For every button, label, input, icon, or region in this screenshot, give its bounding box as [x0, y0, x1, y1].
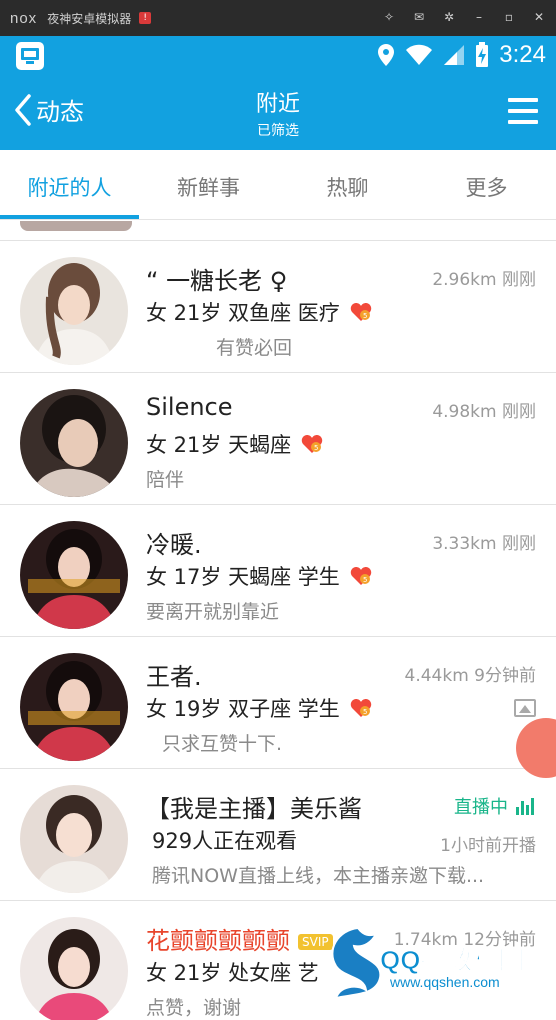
close-icon[interactable]: ✕ — [532, 10, 546, 24]
page-title: 附近 — [255, 92, 300, 117]
location-icon — [378, 44, 395, 66]
user-info: 女 19岁 双子座 学生 5 — [146, 693, 372, 723]
status-indicators: 3:24 — [377, 41, 546, 69]
user-name: 花颤颤颤颤颤 SVIP — [146, 921, 333, 956]
viewer-count-text: 929人正在观看 — [152, 829, 298, 853]
svg-text:5: 5 — [363, 312, 367, 320]
user-details: 女 17岁 天蝎座 学生 — [146, 565, 340, 589]
tab-hot-chat[interactable]: 热聊 — [278, 150, 417, 219]
live-label: 直播中 — [454, 797, 508, 818]
partial-image — [20, 221, 132, 231]
emulator-logo: nox — [10, 9, 38, 27]
watermark-url: www.qqshen.com — [390, 974, 500, 990]
stream-start-time: 1小时前开播 — [440, 836, 536, 856]
user-name: 冷暖. — [146, 531, 202, 559]
user-signature: 要离开就别靠近 — [146, 601, 280, 623]
user-details: 女 21岁 天蝎座 — [146, 433, 292, 457]
emulator-alert-badge[interactable]: ! — [139, 12, 152, 24]
svg-text:5: 5 — [363, 708, 367, 716]
emulator-title-bar: nox 夜神安卓模拟器 ! ✧ ✉ ✲ – ▫ ✕ — [0, 0, 556, 36]
dragon-logo — [331, 926, 382, 1000]
list-item[interactable]: Silence 4.98km 刚刚 女 21岁 天蝎座 5 陪伴 — [0, 373, 556, 505]
photo-icon — [514, 699, 536, 717]
stream-description: 腾讯NOW直播上线，本主播亲邀下载... — [152, 865, 485, 887]
tab-bar: 附近的人 新鲜事 热聊 更多 — [0, 150, 556, 220]
user-details: 女 19岁 双子座 学生 — [146, 697, 340, 721]
user-signature: 只求互赞十下. — [162, 733, 283, 755]
people-list[interactable]: “ 一糖长老 ♀ 2.96km 刚刚 女 21岁 双鱼座 医疗 5 有赞必回 S… — [0, 221, 556, 1020]
list-item[interactable]: 王者. 4.44km 9分钟前 女 19岁 双子座 学生 5 只求互赞十下. — [0, 637, 556, 769]
user-details: 女 21岁 双鱼座 医疗 — [146, 301, 340, 325]
pin-icon[interactable]: ✧ — [382, 10, 396, 24]
user-name: Silence — [146, 393, 233, 421]
heart-level-icon: 5 — [350, 303, 371, 321]
heart-level-icon: 5 — [350, 567, 371, 585]
watermark: QQ神教程网 www.qqshen.com — [318, 920, 554, 1020]
minimize-icon[interactable]: – — [472, 10, 486, 24]
avatar[interactable] — [20, 521, 128, 629]
tab-more[interactable]: 更多 — [417, 150, 556, 219]
emulator-title: 夜神安卓模拟器 — [47, 11, 132, 26]
android-status-bar: 3:24 — [0, 36, 556, 76]
list-item-partial[interactable] — [0, 221, 556, 241]
svg-text:5: 5 — [314, 444, 318, 452]
user-info: 女 21岁 处女座 艺 — [146, 957, 319, 987]
tab-nearby-people[interactable]: 附近的人 — [0, 150, 139, 219]
emulator-window-controls: ✧ ✉ ✲ – ▫ ✕ — [382, 10, 546, 24]
menu-button[interactable] — [508, 98, 538, 124]
user-signature: 有赞必回 — [216, 337, 293, 359]
user-signature: 陪伴 — [146, 469, 185, 491]
battery-charging-icon — [476, 42, 489, 67]
user-info: 女 21岁 天蝎座 5 — [146, 429, 323, 459]
app-header: 动态 附近 已筛选 — [0, 76, 556, 150]
signal-icon — [444, 45, 465, 65]
live-status: 直播中 — [454, 793, 536, 819]
hamburger-icon — [508, 98, 538, 102]
user-name-text: 花颤颤颤颤颤 — [146, 927, 290, 955]
filter-status: 已筛选 — [257, 123, 299, 139]
avatar[interactable] — [20, 257, 128, 365]
svg-text:5: 5 — [363, 576, 367, 584]
user-signature: 点赞，谢谢 — [146, 997, 242, 1019]
settings-icon[interactable]: ✲ — [442, 10, 456, 24]
user-info: 女 17岁 天蝎座 学生 5 — [146, 561, 372, 591]
tab-news[interactable]: 新鲜事 — [139, 150, 278, 219]
wifi-icon — [406, 44, 433, 65]
avatar[interactable] — [20, 653, 128, 761]
mail-icon[interactable]: ✉ — [412, 10, 426, 24]
viewer-count: 929人正在观看 — [146, 825, 297, 855]
list-item[interactable]: 冷暖. 3.33km 刚刚 女 17岁 天蝎座 学生 5 要离开就别靠近 — [0, 505, 556, 637]
avatar[interactable] — [20, 785, 128, 893]
distance-time: 3.33km 刚刚 — [432, 534, 536, 554]
user-details: 女 21岁 处女座 艺 — [146, 961, 319, 985]
watermark-text: QQ神教程网 — [379, 945, 525, 976]
list-item[interactable]: “ 一糖长老 ♀ 2.96km 刚刚 女 21岁 双鱼座 医疗 5 有赞必回 — [0, 241, 556, 373]
maximize-icon[interactable]: ▫ — [502, 10, 516, 24]
user-name: “ 一糖长老 ♀ — [146, 267, 288, 295]
avatar[interactable] — [20, 389, 128, 497]
user-name: 【我是主播】美乐酱 — [146, 795, 362, 823]
heart-level-icon: 5 — [350, 699, 371, 717]
status-time: 3:24 — [499, 41, 546, 68]
live-bars-icon — [516, 798, 534, 815]
list-item-live[interactable]: 【我是主播】美乐酱 直播中 929人正在观看 1小时前开播 腾讯NOW直播上线，… — [0, 769, 556, 901]
user-info: 女 21岁 双鱼座 医疗 5 — [146, 297, 372, 327]
heart-level-icon: 5 — [301, 435, 323, 453]
distance-time: 4.98km 刚刚 — [432, 402, 536, 422]
distance-time: 4.44km 9分钟前 — [404, 666, 536, 686]
app-notification-icon — [16, 42, 44, 70]
distance-time: 2.96km 刚刚 — [432, 270, 536, 290]
user-name: 王者. — [146, 663, 202, 691]
avatar[interactable] — [20, 917, 128, 1020]
